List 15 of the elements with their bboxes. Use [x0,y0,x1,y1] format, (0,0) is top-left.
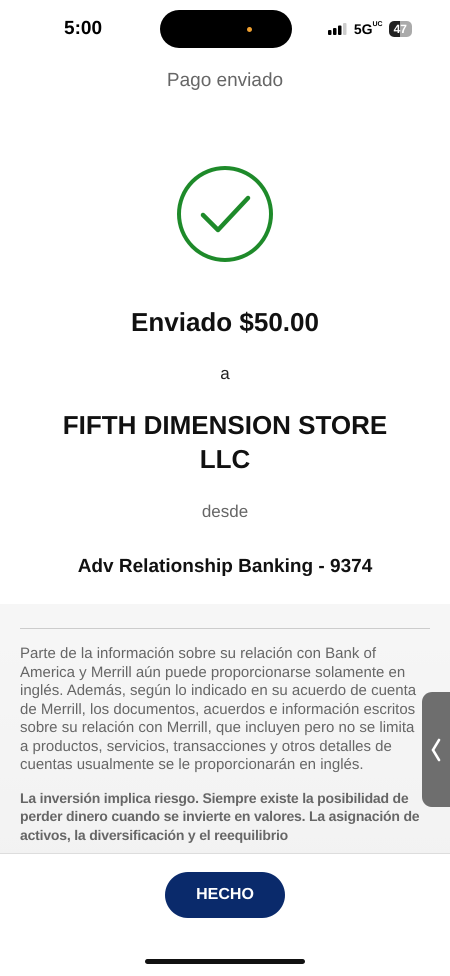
from-label: desde [200,502,250,522]
amount-sent: Enviado $50.00 [130,307,320,338]
side-panel-handle[interactable] [422,692,450,807]
account-name: Adv Relationship Banking - 9374 [76,556,374,578]
signal-icon [328,23,348,35]
done-button[interactable]: HECHO [165,872,285,918]
status-time: 5:00 [64,18,104,40]
battery-indicator: 47 [388,21,412,37]
checkmark-circle-icon [176,165,274,263]
chevron-left-icon [431,738,441,762]
disclosure-text: La inversión implica riesgo. Siempre existe la posibilidad de perder dinero cuando se invierte en valores. La asignación de activos, la diversificación y el reequilibrio [20,788,420,844]
page-title: Pago enviado [166,70,284,92]
recipient-name: FIFTH DIMENSION STORE LLC [62,409,388,476]
disclosure-text: Parte de la información sobre su relación con Bank of America y Merrill aún puede proporcionarse solamente en inglés. Además, según lo indicado en su acuerdo de cuenta de Merrill, los documentos, acuerdos e información escritos sobre su relación con Merrill, que incluyen pero no se limita a productos, servicios, transacciones y otros detalles de cuentas usualmente se le proporcionarán en inglés. [20,645,418,774]
to-label: a [219,364,231,384]
